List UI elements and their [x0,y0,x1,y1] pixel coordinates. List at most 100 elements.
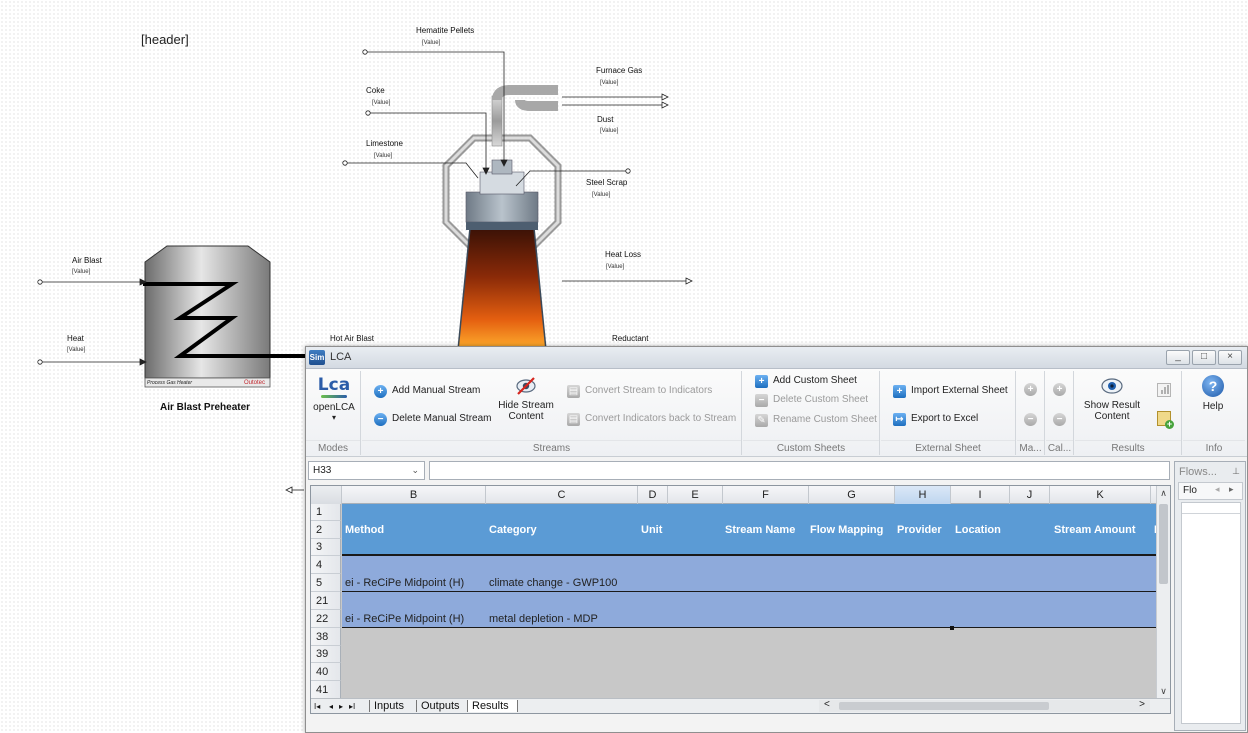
stream-label-limestone: Limestone [366,139,403,148]
vertical-scroll-thumb[interactable] [1159,504,1168,584]
column-header-c[interactable]: C [486,486,638,504]
row-number[interactable]: 41 [311,681,341,699]
spreadsheet-grid[interactable]: B C D E F G H I J K 1 2 3 4 5 21 22 38 3… [310,485,1171,714]
header-stream-amount[interactable]: Stream Amount [1054,524,1136,536]
header-stream-name[interactable]: Stream Name [725,524,795,536]
column-header-g[interactable]: G [809,486,895,504]
column-header-f[interactable]: F [723,486,809,504]
add-results-sheet-icon[interactable]: + [1157,411,1174,429]
row5-category[interactable]: climate change - GWP100 [489,577,617,589]
row-number[interactable]: 40 [311,663,341,681]
delete-manual-stream-label: Delete Manual Stream [392,413,492,424]
ma-add-icon[interactable]: + [1024,383,1037,396]
sheet-tab-results[interactable]: Results [467,700,518,712]
openlca-button[interactable]: Lca openLCA ▾ [312,375,356,422]
row22-method[interactable]: ei - ReCiPe Midpoint (H) [345,613,464,625]
add-sheet-icon: + [755,375,768,388]
column-header-e[interactable]: E [668,486,723,504]
stream-label-air-blast: Air Blast [72,256,102,265]
selected-cell-handle[interactable] [950,626,954,630]
column-header-k[interactable]: K [1050,486,1151,504]
stream-value-furnace-gas: [Value] [600,80,619,86]
minimize-button[interactable]: _ [1166,350,1190,365]
help-button[interactable]: ? Help [1191,375,1235,412]
ribbon-group-label-cal: Cal... [1046,440,1073,455]
row-number[interactable]: 5 [311,574,341,592]
vertical-scrollbar[interactable]: ∧ ∨ [1156,486,1170,699]
nav-first-icon[interactable]: I◂ [314,702,320,711]
scroll-right-icon[interactable]: > [1139,699,1145,710]
header-unit[interactable]: Unit [641,524,662,536]
ma-remove-icon[interactable]: − [1024,413,1037,426]
scroll-up-icon[interactable]: ∧ [1157,488,1170,499]
row-number[interactable]: 21 [311,592,341,610]
results-chart-icon[interactable] [1157,383,1171,397]
air-blast-preheater[interactable] [143,245,271,388]
hide-stream-label-line1: Hide Stream [498,400,554,411]
corner-cell[interactable] [311,486,342,504]
pin-icon[interactable]: ⊥ [1232,466,1240,477]
header-provider[interactable]: Provider [897,524,942,536]
hide-stream-content-button[interactable]: Hide Stream Content [496,375,556,422]
blast-furnace[interactable] [442,85,562,351]
column-header-b[interactable]: B [342,486,486,504]
delete-custom-sheet-button[interactable]: − Delete Custom Sheet [755,394,868,407]
row-number[interactable]: 38 [311,628,341,646]
ribbon-group-label-custom-sheets: Custom Sheets [743,440,879,455]
header-location[interactable]: Location [955,524,1001,536]
convert-indicators-back-button[interactable]: ▤ Convert Indicators back to Stream [567,413,736,426]
add-custom-sheet-button[interactable]: + Add Custom Sheet [755,375,857,388]
column-header-d[interactable]: D [638,486,668,504]
export-to-excel-button[interactable]: ↦ Export to Excel [893,413,978,426]
ribbon-group-external-sheet: + Import External Sheet ↦ Export to Exce… [881,371,1016,455]
nav-prev-icon[interactable]: ◂ [329,702,333,711]
horizontal-scroll-thumb[interactable] [839,702,1049,710]
import-external-sheet-label: Import External Sheet [911,385,1008,396]
scroll-down-icon[interactable]: ∨ [1157,686,1170,697]
row-number[interactable]: 39 [311,646,341,663]
row5-method[interactable]: ei - ReCiPe Midpoint (H) [345,577,464,589]
sheet-tab-outputs[interactable]: Outputs [416,700,464,712]
import-external-sheet-button[interactable]: + Import External Sheet [893,385,1008,398]
maximize-button[interactable]: □ [1192,350,1216,365]
scroll-left-icon[interactable]: < [824,699,830,710]
add-manual-stream-button[interactable]: + Add Manual Stream [374,385,480,398]
header-method[interactable]: Method [345,524,384,536]
rename-custom-sheet-button[interactable]: ✎ Rename Custom Sheet [755,414,877,427]
row-number[interactable]: 4 [311,556,341,574]
row22-category[interactable]: metal depletion - MDP [489,613,598,625]
stream-value-hematite-pellets: [Value] [422,40,441,46]
column-header-i[interactable]: I [951,486,1010,504]
horizontal-scrollbar[interactable]: < > [819,699,1150,712]
row-number[interactable]: 1 [311,504,341,521]
eye-icon [1101,378,1123,394]
convert-stream-to-indicators-button[interactable]: ▤ Convert Stream to Indicators [567,385,712,398]
close-button[interactable]: × [1218,350,1242,365]
header-flow-mapping[interactable]: Flow Mapping [810,524,883,536]
ribbon-group-label-modes: Modes [306,440,360,455]
convert-back-icon: ▤ [567,413,580,426]
nav-next-icon[interactable]: ▸ [339,702,343,711]
tab-next-icon[interactable]: ▸ [1229,484,1234,495]
nav-last-icon[interactable]: ▸I [349,702,355,711]
sheet-tab-inputs[interactable]: Inputs [369,700,408,712]
column-header-h[interactable]: H [895,486,951,504]
lca-window: Sim LCA _ □ × Lca openLCA ▾ Modes + Add … [305,346,1248,733]
name-box[interactable]: H33 ⌄ [308,461,425,480]
flows-panel-tab[interactable]: Flo [1183,485,1197,496]
column-header-row: B C D E F G H I J K [311,486,1170,504]
tab-prev-icon[interactable]: ◂ [1215,484,1220,495]
row-number[interactable]: 3 [311,539,341,556]
formula-input[interactable] [429,461,1170,480]
cal-remove-icon[interactable]: − [1053,413,1066,426]
row-number[interactable]: 22 [311,610,341,628]
show-result-content-button[interactable]: Show Result Content [1081,375,1143,422]
header-category[interactable]: Category [489,524,537,536]
delete-manual-stream-button[interactable]: − Delete Manual Stream [374,413,492,426]
cal-add-icon[interactable]: + [1053,383,1066,396]
column-header-j[interactable]: J [1010,486,1050,504]
window-titlebar[interactable]: Sim LCA _ □ × [306,347,1247,369]
flows-panel-content[interactable] [1181,502,1241,724]
row-number[interactable]: 2 [311,521,341,539]
export-icon: ↦ [893,413,906,426]
